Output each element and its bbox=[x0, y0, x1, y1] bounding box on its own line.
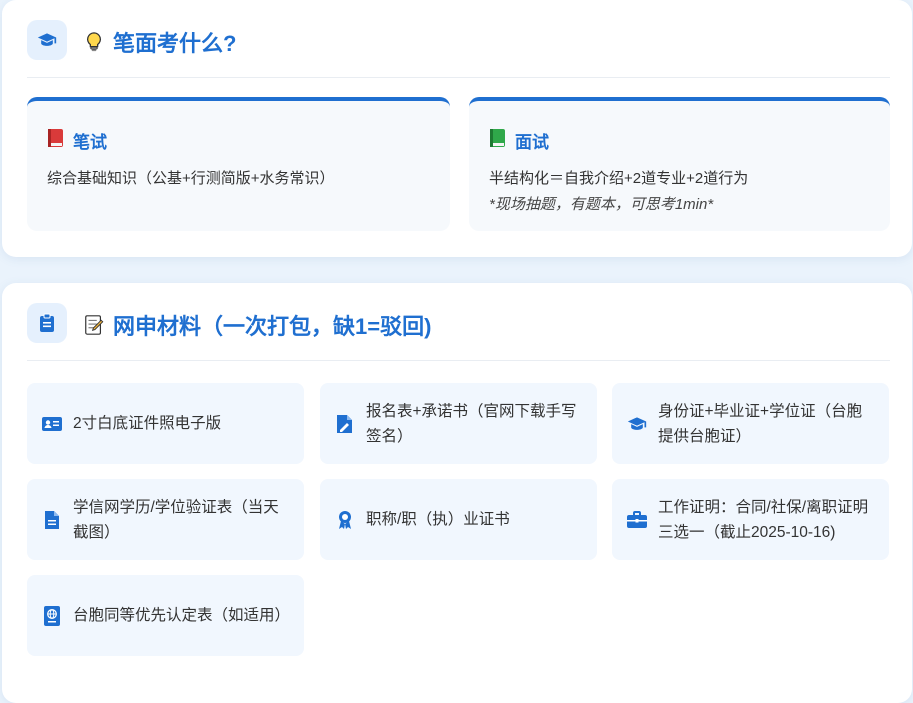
interview-label: 面试 bbox=[515, 133, 549, 152]
material-item-title-cert: 职称/职（执）业证书 bbox=[320, 479, 597, 560]
exam-section-title: 笔面考什么? bbox=[113, 31, 237, 56]
material-item-work-proof: 工作证明：合同/社保/离职证明三选一（截止2025-10-16) bbox=[612, 479, 889, 560]
material-item-text: 台胞同等优先认定表（如适用） bbox=[73, 607, 291, 624]
materials-section-card: 网申材料（一次打包，缺1=驳回) 2寸白底证件照电子版 报名表+承诺书（官网下载… bbox=[2, 283, 912, 703]
material-item-text: 身份证+毕业证+学位证（台胞提供台胞证） bbox=[658, 402, 863, 445]
lightbulb-icon bbox=[83, 31, 105, 53]
memo-icon bbox=[83, 314, 105, 336]
green-book-icon bbox=[489, 128, 507, 153]
red-book-icon bbox=[47, 128, 65, 153]
material-item-taiwan-form: 台胞同等优先认定表（如适用） bbox=[27, 575, 304, 656]
material-item-chsi: 学信网学历/学位验证表（当天截图） bbox=[27, 479, 304, 560]
document-icon bbox=[41, 509, 63, 531]
clipboard-icon bbox=[27, 303, 67, 343]
material-item-certificates: 身份证+毕业证+学位证（台胞提供台胞证） bbox=[612, 383, 889, 464]
signature-icon bbox=[334, 413, 356, 435]
briefcase-icon bbox=[626, 509, 648, 531]
exam-section-header: 笔面考什么? bbox=[27, 20, 890, 78]
graduation-cap-icon bbox=[27, 20, 67, 60]
exam-section-card: 笔面考什么? 笔试 综合基础知识（公基+行测简版+水务常识） 面试 半结构化＝自… bbox=[2, 0, 912, 257]
award-icon bbox=[334, 509, 356, 531]
material-item-text: 2寸白底证件照电子版 bbox=[73, 415, 222, 432]
written-exam-desc: 综合基础知识（公基+行测简版+水务常识） bbox=[47, 170, 335, 187]
written-exam-box: 笔试 综合基础知识（公基+行测简版+水务常识） bbox=[27, 97, 450, 231]
passport-icon bbox=[41, 605, 63, 627]
written-exam-label: 笔试 bbox=[73, 133, 107, 152]
material-item-text: 报名表+承诺书（官网下载手写签名） bbox=[366, 402, 577, 445]
material-item-form: 报名表+承诺书（官网下载手写签名） bbox=[320, 383, 597, 464]
material-item-photo: 2寸白底证件照电子版 bbox=[27, 383, 304, 464]
graduation-cap-icon bbox=[626, 413, 648, 435]
materials-section-title: 网申材料（一次打包，缺1=驳回) bbox=[113, 314, 432, 339]
interview-note: *现场抽题，有题本，可思考1min* bbox=[489, 196, 714, 213]
material-item-text: 学信网学历/学位验证表（当天截图） bbox=[73, 498, 279, 541]
interview-box: 面试 半结构化＝自我介绍+2道专业+2道行为 *现场抽题，有题本，可思考1min… bbox=[469, 97, 890, 231]
material-item-text: 工作证明：合同/社保/离职证明三选一（截止2025-10-16) bbox=[658, 498, 869, 541]
materials-section-header: 网申材料（一次打包，缺1=驳回) bbox=[27, 303, 890, 361]
interview-desc: 半结构化＝自我介绍+2道专业+2道行为 bbox=[489, 170, 749, 187]
id-card-icon bbox=[41, 413, 63, 435]
material-item-text: 职称/职（执）业证书 bbox=[366, 511, 510, 528]
